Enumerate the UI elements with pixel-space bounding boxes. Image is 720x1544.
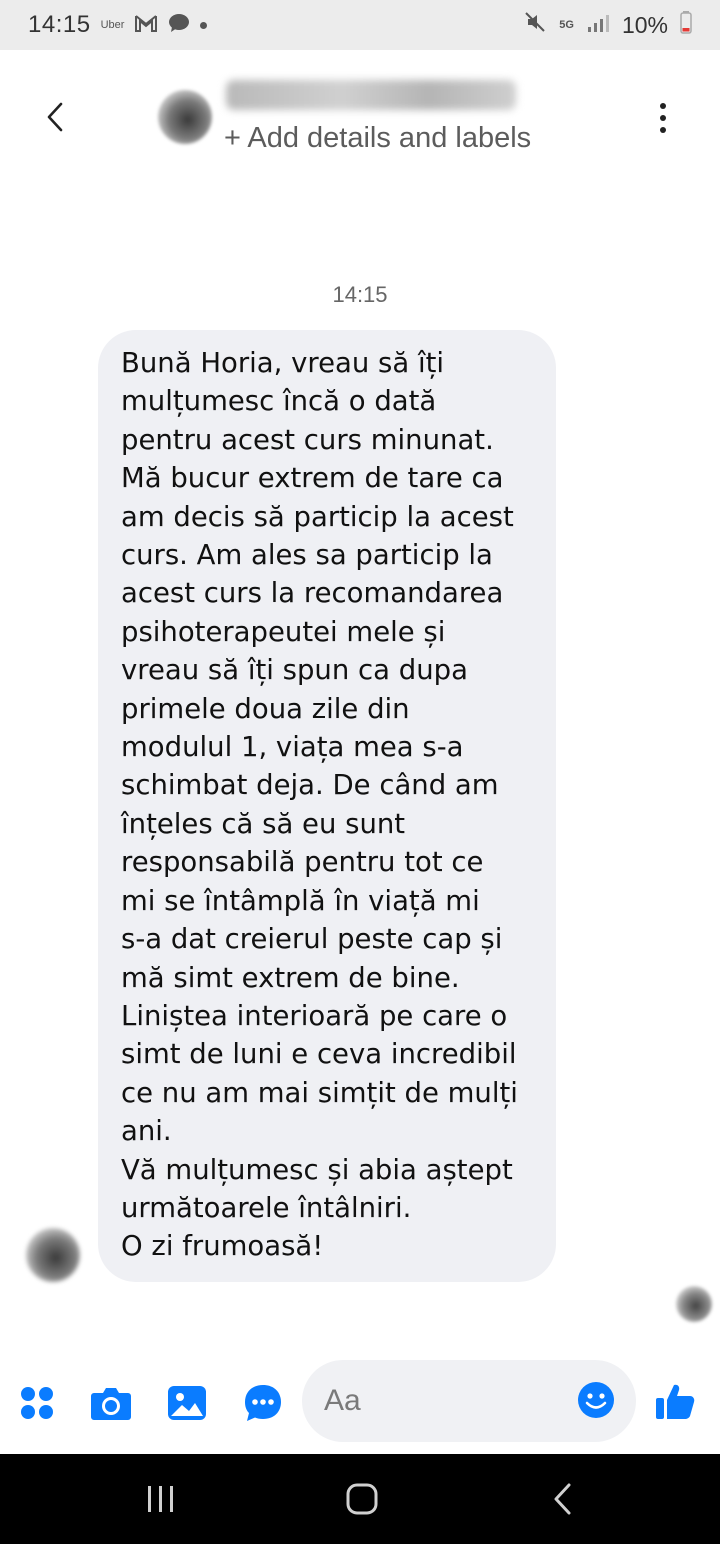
more-dot-icon	[660, 115, 666, 121]
more-dot-icon	[660, 103, 666, 109]
mute-icon	[523, 10, 547, 40]
chat-notification-icon	[168, 12, 190, 39]
gallery-icon[interactable]	[164, 1380, 210, 1426]
message-timestamp: 14:15	[332, 282, 388, 307]
camera-icon[interactable]	[88, 1380, 134, 1426]
thumbs-up-icon[interactable]	[652, 1378, 698, 1424]
status-bar: 14:15 Uber 5G 10%	[0, 0, 720, 50]
notification-dot-icon	[200, 21, 208, 29]
menu-dots-icon[interactable]	[14, 1380, 60, 1426]
signal-icon	[586, 12, 610, 39]
message-composer	[0, 1358, 720, 1454]
status-left: 14:15 Uber	[28, 11, 208, 39]
sender-avatar[interactable]	[26, 1228, 80, 1282]
recent-apps-icon[interactable]	[136, 1478, 186, 1520]
system-navigation-bar	[0, 1454, 720, 1544]
received-message-bubble[interactable]: Bună Horia, vreau să îți mulțumesc încă …	[98, 330, 556, 1282]
status-right: 5G 10%	[523, 10, 692, 40]
network-type-label: 5G	[559, 19, 574, 31]
add-details-link[interactable]: + Add details and labels	[224, 122, 531, 155]
back-icon[interactable]	[538, 1478, 588, 1520]
gmail-icon	[134, 12, 158, 39]
message-text: Bună Horia, vreau să îți mulțumesc încă …	[121, 347, 518, 1263]
conversation-header: + Add details and labels	[0, 50, 720, 180]
chat-bubble-icon[interactable]	[240, 1380, 286, 1426]
home-icon[interactable]	[337, 1478, 387, 1520]
chevron-left-icon	[47, 102, 63, 132]
more-options-button[interactable]	[640, 90, 686, 146]
seen-receipt-avatar	[676, 1286, 712, 1322]
back-button[interactable]	[30, 92, 80, 142]
status-time: 14:15	[28, 11, 91, 38]
contact-avatar[interactable]	[158, 90, 212, 144]
more-dot-icon	[660, 127, 666, 133]
battery-percent: 10%	[621, 11, 668, 38]
contact-name-blurred[interactable]	[226, 80, 516, 110]
uber-notification-label: Uber	[100, 19, 125, 31]
battery-low-icon	[680, 10, 692, 40]
emoji-icon[interactable]	[576, 1380, 616, 1420]
